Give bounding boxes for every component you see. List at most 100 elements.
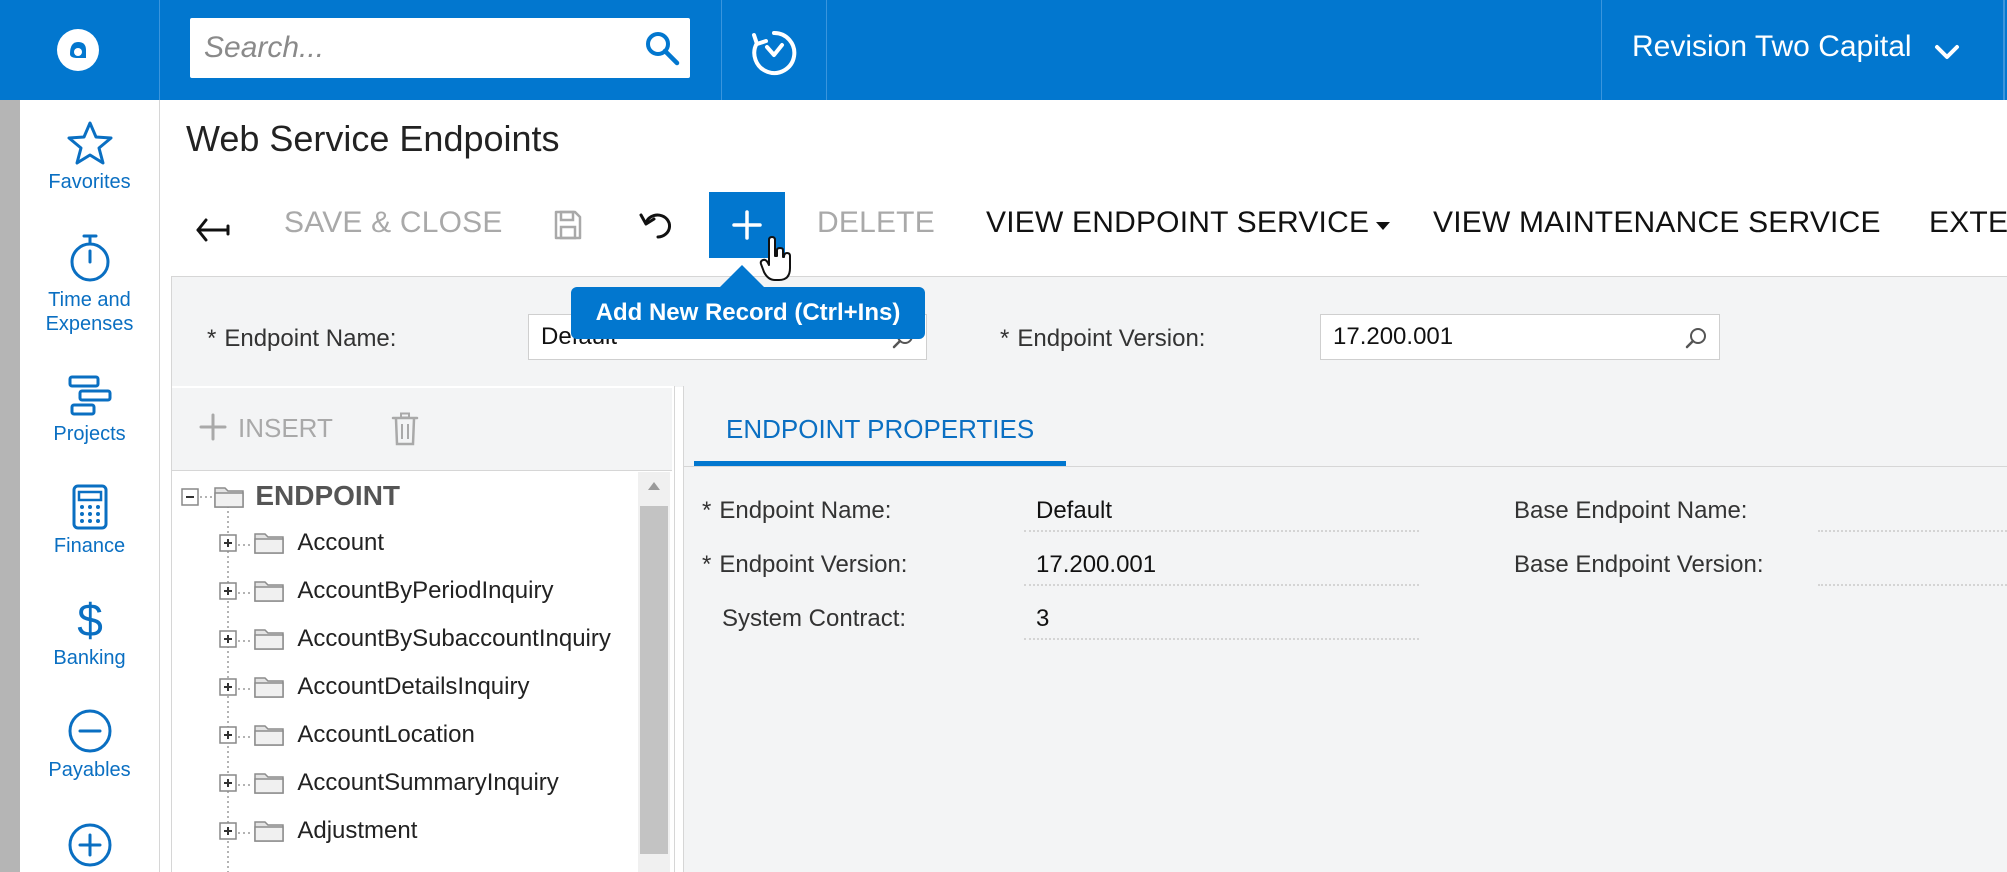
nav-item-banking[interactable]: $ Banking bbox=[20, 596, 159, 670]
folder-icon bbox=[253, 773, 284, 794]
topbar-divider bbox=[826, 0, 827, 100]
topbar-divider bbox=[2003, 0, 2005, 100]
insert-button[interactable]: INSERT bbox=[198, 412, 333, 446]
view-endpoint-service-button[interactable]: VIEW ENDPOINT SERVICE bbox=[986, 206, 1369, 240]
back-arrow-icon[interactable] bbox=[194, 212, 232, 242]
tree-item[interactable]: AccountDetailsInquiry bbox=[218, 673, 529, 701]
save-close-button[interactable]: SAVE & CLOSE bbox=[284, 206, 503, 240]
app-logo[interactable] bbox=[0, 0, 160, 100]
nav-label: Favorites bbox=[48, 171, 131, 193]
nav-label: Projects bbox=[53, 423, 126, 445]
search-input[interactable] bbox=[204, 18, 624, 78]
calculator-icon bbox=[72, 484, 107, 530]
tooltip-arrow bbox=[720, 265, 764, 287]
add-record-tooltip: Add New Record (Ctrl+Ins) bbox=[571, 287, 925, 339]
tree-item-label: AccountBySubaccountInquiry bbox=[297, 625, 611, 652]
field-underline bbox=[1024, 638, 1419, 640]
nav-item-receivables[interactable] bbox=[20, 822, 159, 872]
tree-item[interactable]: Adjustment bbox=[218, 817, 417, 845]
tree-item[interactable]: Account bbox=[218, 529, 384, 557]
scroll-up-icon[interactable] bbox=[646, 480, 662, 492]
nav-label: Time and Expenses bbox=[45, 289, 134, 335]
nav-item-favorites[interactable]: Favorites bbox=[20, 120, 159, 194]
search-box[interactable] bbox=[190, 18, 690, 78]
extend-button[interactable]: EXTE bbox=[1929, 206, 2007, 240]
tree-item-label: Adjustment bbox=[297, 817, 418, 844]
folder-icon bbox=[253, 533, 284, 554]
nav-label: Banking bbox=[53, 647, 126, 669]
tree-root-label: ENDPOINT bbox=[255, 480, 401, 511]
history-icon[interactable] bbox=[748, 27, 800, 79]
prop-base-endpoint-name-label: Base Endpoint Name: bbox=[1514, 497, 1748, 524]
caret-down-icon[interactable] bbox=[1374, 220, 1392, 232]
nav-scroll-strip bbox=[0, 100, 20, 872]
company-selector[interactable]: Revision Two Capital bbox=[1632, 30, 1912, 64]
nav-item-projects[interactable]: Projects bbox=[20, 372, 159, 446]
endpoint-version-field[interactable] bbox=[1320, 314, 1720, 360]
tree-item[interactable]: AccountSummaryInquiry bbox=[218, 769, 559, 797]
delete-button[interactable]: DELETE bbox=[817, 206, 935, 240]
logo-icon bbox=[57, 29, 99, 71]
collapse-icon[interactable] bbox=[180, 487, 200, 507]
topbar-divider bbox=[1601, 0, 1602, 100]
tree-item-label: AccountByPeriodInquiry bbox=[297, 577, 554, 604]
chevron-down-icon[interactable] bbox=[1932, 40, 1962, 64]
hand-cursor-icon bbox=[759, 236, 791, 281]
tree-scroll-thumb[interactable] bbox=[640, 506, 668, 854]
tree-root[interactable]: ENDPOINT bbox=[180, 480, 400, 512]
dollar-icon: $ bbox=[77, 596, 103, 642]
tree-item-label: Account bbox=[297, 529, 385, 556]
search-icon[interactable] bbox=[1684, 326, 1708, 350]
field-underline bbox=[1818, 530, 2007, 532]
undo-icon[interactable] bbox=[638, 209, 674, 241]
tree-item[interactable]: AccountLocation bbox=[218, 721, 475, 749]
active-tab-indicator bbox=[694, 461, 1066, 466]
nav-label: Payables bbox=[48, 759, 131, 781]
nav-label: Finance bbox=[53, 535, 126, 557]
tree-item-label: AccountDetailsInquiry bbox=[297, 673, 530, 700]
folder-icon bbox=[253, 581, 284, 602]
tree-item-label: AccountLocation bbox=[297, 721, 475, 748]
trash-icon[interactable] bbox=[391, 412, 419, 446]
field-underline bbox=[1024, 584, 1419, 586]
expand-icon[interactable] bbox=[218, 773, 238, 793]
tree-item[interactable]: AccountBySubaccountInquiry bbox=[218, 625, 611, 653]
nav-item-payables[interactable]: Payables bbox=[20, 708, 159, 782]
prop-system-contract-value: 3 bbox=[1036, 605, 1050, 632]
stopwatch-icon bbox=[70, 234, 109, 282]
prop-endpoint-version-label: * Endpoint Version: bbox=[702, 551, 908, 578]
save-icon[interactable] bbox=[553, 209, 583, 241]
topbar-divider bbox=[721, 0, 722, 100]
search-icon[interactable] bbox=[644, 30, 680, 66]
minus-circle-icon bbox=[68, 709, 111, 753]
tab-endpoint-properties[interactable]: ENDPOINT PROPERTIES bbox=[726, 414, 1034, 445]
expand-icon[interactable] bbox=[218, 581, 238, 601]
nav-item-time-and-expenses[interactable]: Time and Expenses bbox=[20, 232, 159, 336]
folder-icon bbox=[253, 821, 284, 842]
endpoint-name-label: * Endpoint Name: bbox=[207, 325, 397, 352]
folder-icon bbox=[213, 487, 244, 508]
endpoint-version-input[interactable] bbox=[1333, 315, 1633, 359]
star-icon bbox=[67, 121, 112, 165]
tree-item-label: AccountSummaryInquiry bbox=[297, 769, 559, 796]
folder-icon bbox=[253, 677, 284, 698]
plus-circle-icon bbox=[68, 823, 111, 867]
tree-item[interactable]: AccountByPeriodInquiry bbox=[218, 577, 553, 605]
prop-endpoint-name-label: * Endpoint Name: bbox=[702, 497, 892, 524]
plus-icon bbox=[199, 413, 227, 441]
expand-icon[interactable] bbox=[218, 725, 238, 745]
field-underline bbox=[1024, 530, 1419, 532]
expand-icon[interactable] bbox=[218, 629, 238, 649]
prop-system-contract-label: System Contract: bbox=[722, 605, 907, 632]
prop-base-endpoint-version-label: Base Endpoint Version: bbox=[1514, 551, 1764, 578]
svg-text:$: $ bbox=[77, 596, 103, 642]
nav-item-finance[interactable]: Finance bbox=[20, 484, 159, 558]
page-title: Web Service Endpoints bbox=[186, 118, 560, 159]
folder-icon bbox=[253, 629, 284, 650]
field-underline bbox=[1818, 584, 2007, 586]
expand-icon[interactable] bbox=[218, 533, 238, 553]
expand-icon[interactable] bbox=[218, 677, 238, 697]
view-maintenance-service-button[interactable]: VIEW MAINTENANCE SERVICE bbox=[1433, 206, 1881, 240]
projects-icon bbox=[68, 375, 111, 416]
expand-icon[interactable] bbox=[218, 821, 238, 841]
